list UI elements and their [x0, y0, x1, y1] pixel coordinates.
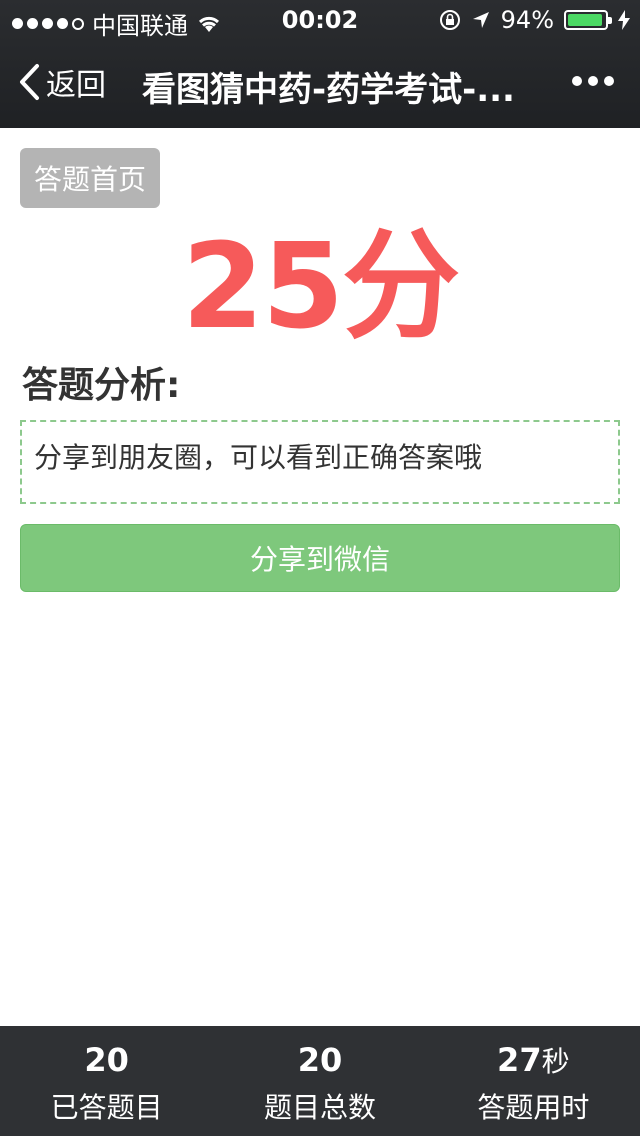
analysis-box: 分享到朋友圈，可以看到正确答案哦	[20, 420, 620, 504]
more-menu-icon[interactable]	[572, 76, 614, 86]
stat-value: 20	[84, 1041, 129, 1079]
stats-bar: 20 已答题目 20 题目总数 27秒 答题用时	[0, 1026, 640, 1136]
battery-icon	[564, 10, 612, 30]
analysis-text: 分享到朋友圈，可以看到正确答案哦	[34, 441, 483, 474]
status-bar: 中国联通 00:02 94%	[0, 0, 640, 40]
nav-bar: 返回 看图猜中药-药学考试-...	[0, 40, 640, 128]
stat-value: 27秒	[497, 1041, 570, 1079]
charging-icon	[618, 10, 630, 30]
chevron-left-icon	[20, 64, 39, 100]
battery-percent: 94%	[500, 6, 554, 34]
stat-time: 27秒 答题用时	[427, 1026, 640, 1136]
battery-level	[568, 14, 602, 26]
stat-label: 已答题目	[50, 1091, 163, 1124]
page-title: 看图猜中药-药学考试-...	[142, 70, 515, 110]
rotation-lock-icon	[439, 10, 460, 30]
share-to-wechat-button[interactable]: 分享到微信	[20, 524, 620, 592]
stat-label: 题目总数	[263, 1091, 376, 1124]
stat-label: 答题用时	[477, 1091, 590, 1124]
location-arrow-icon	[472, 12, 489, 28]
back-button[interactable]: 返回	[18, 60, 106, 104]
back-label: 返回	[46, 68, 106, 103]
stat-value: 20	[297, 1041, 343, 1079]
stat-total: 20 题目总数	[213, 1026, 426, 1136]
status-right: 94%	[439, 6, 630, 34]
stat-answered: 20 已答题目	[0, 1026, 213, 1136]
score-display: 25分	[181, 217, 460, 355]
top-bar: 中国联通 00:02 94% 返回 看图猜中药-药学考试-...	[0, 0, 640, 128]
analysis-title: 答题分析:	[22, 365, 181, 406]
